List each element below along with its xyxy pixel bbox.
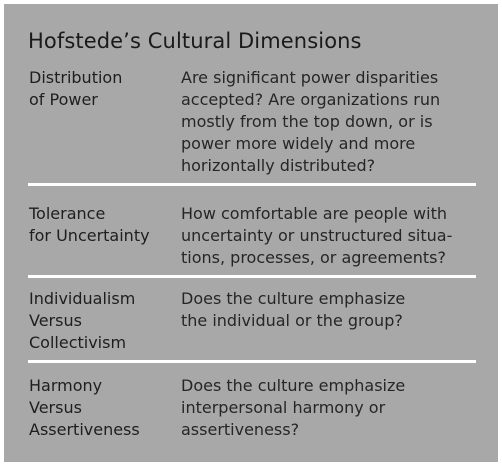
dimension-description: How comfortable are people with uncertai… [181, 204, 453, 267]
dimension-term: Tolerance for Uncertainty [29, 204, 150, 245]
info-card: Hofstede’s Cultural Dimensions Distribut… [4, 4, 498, 462]
row-divider [28, 360, 476, 363]
dimension-description: Does the culture emphasize interpersonal… [181, 376, 406, 439]
dimension-description: Are significant power disparities accept… [181, 68, 441, 175]
row-divider [28, 183, 476, 186]
dimension-description: Does the culture emphasize the individua… [181, 289, 406, 330]
dimension-term: Distribution of Power [29, 68, 123, 109]
card-title: Hofstede’s Cultural Dimensions [28, 29, 362, 53]
dimension-term: Harmony Versus Assertiveness [29, 376, 140, 439]
dimension-term: Individualism Versus Collectivism [29, 289, 136, 352]
row-divider [28, 275, 476, 278]
